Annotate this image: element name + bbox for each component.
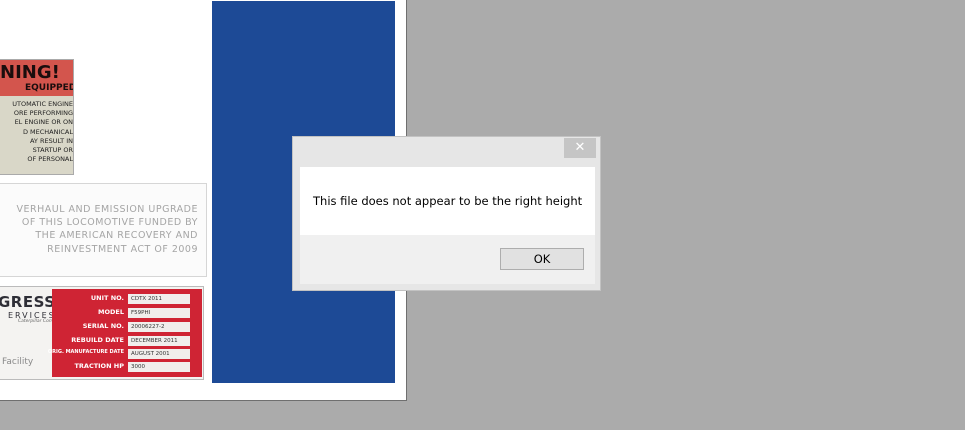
builder-plate-image: GRESS ERVICES Caterpillar Company Facili…: [0, 286, 204, 380]
close-icon: ✕: [574, 140, 586, 155]
plate-row: UNIT NO. CDTX 2011: [52, 293, 202, 306]
plate-red-panel: UNIT NO. CDTX 2011 MODEL F59PHI SERIAL N…: [48, 289, 202, 377]
overhaul-line: OF THIS LOCOMOTIVE FUNDED BY: [21, 217, 198, 229]
plate-facility: Facility: [2, 357, 34, 367]
warning-line: EL ENGINE OR ON: [14, 118, 73, 127]
dialog-footer: OK: [300, 235, 595, 284]
warning-line: OF PERSONAL: [27, 155, 73, 164]
dialog-body: This file does not appear to be the righ…: [300, 167, 595, 235]
plate-label: UNIT NO.: [90, 294, 124, 302]
warning-text: UTOMATIC ENGINE ORE PERFORMING EL ENGINE…: [2, 100, 73, 164]
plate-row: TRACTION HP 3000: [52, 361, 202, 374]
plate-logo: GRESS: [0, 293, 56, 311]
plate-label: ORIG. MANUFACTURE DATE: [47, 349, 124, 355]
warning-line: STARTUP OR: [32, 146, 73, 155]
overhaul-line: THE AMERICAN RECOVERY AND: [35, 230, 198, 242]
warning-title: NING!: [0, 62, 60, 83]
close-button[interactable]: ✕: [564, 138, 596, 158]
plate-row: ORIG. MANUFACTURE DATE AUGUST 2001: [48, 348, 202, 361]
ok-button[interactable]: OK: [500, 248, 584, 270]
overhaul-text: VERHAUL AND EMISSION UPGRADE OF THIS LOC…: [0, 203, 198, 256]
plate-label: MODEL: [98, 308, 124, 316]
app-window-bottom: [0, 383, 406, 400]
plate-value: 3000: [128, 362, 190, 372]
warning-subtitle: EQUIPPED: [25, 83, 74, 93]
message-dialog: ✕ This file does not appear to be the ri…: [292, 136, 601, 291]
warning-header: NING! EQUIPPED: [0, 60, 73, 96]
overhaul-line: REINVESTMENT ACT OF 2009: [47, 243, 198, 255]
warning-line: AY RESULT IN: [29, 136, 73, 145]
warning-line: D MECHANICAL: [22, 127, 73, 136]
warning-line: UTOMATIC ENGINE: [12, 100, 73, 108]
plate-label: REBUILD DATE: [71, 336, 124, 344]
plate-label: SERIAL NO.: [82, 322, 124, 330]
plate-value: CDTX 2011: [128, 294, 190, 304]
plate-value: 20006227-2: [128, 322, 190, 332]
plate-value: DECEMBER 2011: [128, 336, 190, 346]
warning-sign-image: NING! EQUIPPED UTOMATIC ENGINE ORE PERFO…: [0, 59, 74, 175]
plate-label: TRACTION HP: [74, 362, 124, 370]
dialog-message: This file does not appear to be the righ…: [313, 194, 583, 208]
warning-line: ORE PERFORMING: [13, 109, 73, 118]
overhaul-plaque-image: VERHAUL AND EMISSION UPGRADE OF THIS LOC…: [0, 183, 207, 277]
plate-row: SERIAL NO. 20006227-2: [52, 321, 202, 334]
overhaul-line: VERHAUL AND EMISSION UPGRADE: [16, 204, 198, 215]
plate-row: MODEL F59PHI: [52, 307, 202, 320]
plate-value: F59PHI: [128, 308, 190, 318]
plate-value: AUGUST 2001: [128, 349, 190, 359]
plate-row: REBUILD DATE DECEMBER 2011: [52, 335, 202, 348]
